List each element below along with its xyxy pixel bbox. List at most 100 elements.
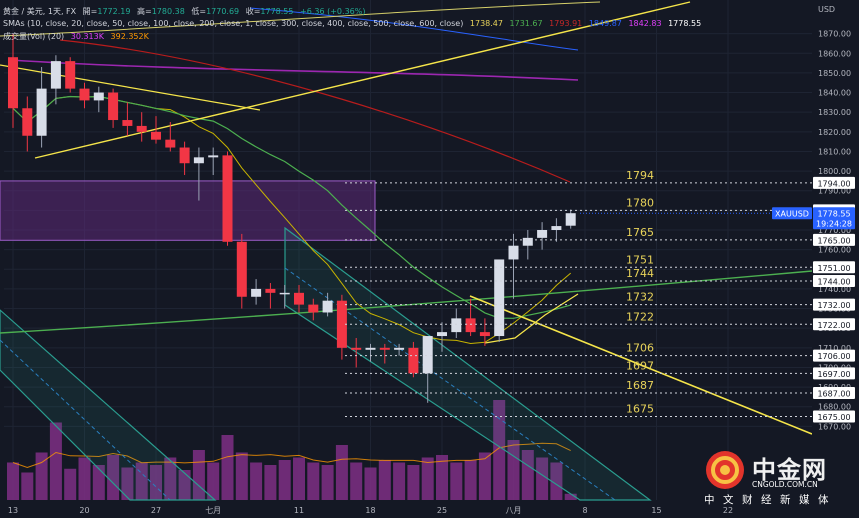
level-label: 1706	[626, 342, 654, 355]
candle-body	[508, 245, 519, 260]
symbol-tag: XAUUSD	[775, 210, 809, 219]
candle-body	[179, 147, 190, 164]
legend-close-label: 收=	[245, 7, 261, 16]
price-tick: 1860.00	[818, 49, 851, 58]
time-tick: 11	[294, 506, 304, 515]
candle-body	[351, 347, 362, 350]
candle-body	[8, 57, 18, 109]
sma-value-4: 1849.87	[588, 19, 622, 28]
volume-bar	[464, 460, 477, 500]
candle-body	[208, 155, 219, 158]
sma-value-1: 1738.47	[469, 19, 503, 28]
price-tick: 1840.00	[818, 89, 851, 98]
level-label: 1697	[626, 359, 654, 372]
volume-bar	[364, 467, 377, 500]
level-tag: 1794.00	[817, 179, 850, 188]
time-tick: 15	[651, 506, 661, 515]
watermark: 中金网 CNGOLD.COM.CN 中文财经新媒体	[700, 448, 850, 508]
legend-sma-label: SMAs (10, close, 20, close, 50, close, 1…	[3, 19, 464, 28]
level-tag: 1765.00	[817, 236, 850, 245]
time-tick: 20	[79, 506, 89, 515]
brand-slogan: 中文财经新媒体	[704, 494, 837, 506]
volume-bar	[307, 462, 320, 500]
candle-body	[408, 347, 419, 374]
volume-value: 30.313K	[70, 32, 104, 41]
legend-open: 1772.19	[97, 7, 131, 16]
candle-body	[437, 332, 447, 337]
price-chart[interactable]: 17941794.0017801780.0017651765.001751175…	[0, 0, 859, 518]
current-price-tag: 1778.55	[817, 210, 850, 219]
level-label: 1751	[626, 253, 654, 266]
level-tag: 1687.00	[817, 389, 850, 398]
price-tick: 1810.00	[818, 147, 851, 156]
volume-bar	[378, 460, 391, 500]
time-tick: 25	[437, 506, 447, 515]
price-tick: 1830.00	[818, 108, 851, 117]
resistance-zone-box	[0, 180, 376, 241]
candle-body	[279, 292, 290, 295]
candle-body	[122, 120, 133, 126]
candle-body	[394, 347, 405, 350]
level-tag: 1744.00	[817, 278, 850, 287]
candle-body	[50, 61, 61, 89]
currency-label: USD	[818, 5, 835, 14]
volume-bar	[321, 465, 334, 500]
legend-high: 1780.38	[151, 7, 185, 16]
candle-body	[22, 108, 33, 136]
price-tick: 1680.00	[818, 403, 851, 412]
volume-bar	[21, 472, 34, 500]
brand-url: CNGOLD.COM.CN	[752, 480, 818, 489]
brand-logo-icon	[706, 451, 744, 489]
candle-body	[65, 61, 76, 89]
volume-bar	[450, 462, 463, 500]
sma-value-3: 1793.91	[549, 19, 583, 28]
time-tick: 七月	[205, 506, 221, 515]
price-tick: 1670.00	[818, 422, 851, 431]
candle-body	[193, 157, 204, 164]
countdown-timer: 19:24:28	[816, 220, 852, 229]
level-label: 1794	[626, 169, 654, 182]
candle-body	[465, 318, 476, 333]
volume-bar	[78, 457, 91, 500]
volume-bar	[335, 445, 348, 500]
legend-sma: SMAs (10, close, 20, close, 50, close, 1…	[3, 19, 705, 28]
level-tag: 1697.00	[817, 370, 850, 379]
price-tick: 1760.00	[818, 246, 851, 255]
price-tick: 1850.00	[818, 69, 851, 78]
time-tick: 八月	[506, 506, 522, 515]
price-tick: 1870.00	[818, 30, 851, 39]
time-tick: 27	[151, 506, 161, 515]
candle-body	[136, 125, 147, 132]
candle-body	[322, 300, 333, 313]
legend-open-label: 開=	[82, 7, 98, 16]
legend-low-label: 低=	[191, 7, 207, 16]
candle-body	[265, 288, 276, 293]
volume-bar	[250, 462, 263, 500]
sma-value-5: 1842.83	[628, 19, 662, 28]
candle-body	[379, 347, 390, 350]
candle-body	[108, 92, 119, 121]
candle-body	[36, 88, 47, 136]
candle-body	[151, 131, 161, 140]
price-tick: 1800.00	[818, 167, 851, 176]
time-tick: 13	[8, 506, 18, 515]
legend-symbol: 黄金 / 美元, 1天, FX	[3, 7, 77, 16]
legend-volume-label: 成交量(Vol) (20)	[3, 32, 65, 41]
level-label: 1732	[626, 291, 654, 304]
legend-change: +6.36 (+0.36%)	[300, 7, 366, 16]
volume-bar	[64, 468, 77, 500]
legend-close: 1778.55	[260, 7, 294, 16]
volume-bar	[264, 465, 277, 500]
candle-body	[422, 336, 433, 374]
legend-ohlc: 黄金 / 美元, 1天, FX 開=1772.19 高=1780.38 低=17…	[3, 6, 369, 17]
candle-body	[308, 304, 319, 313]
candle-body	[451, 318, 462, 333]
volume-bar	[278, 460, 291, 500]
candle-body	[537, 230, 548, 238]
legend-volume: 成交量(Vol) (20) 30.313K 392.352K	[3, 31, 153, 42]
volume-bar	[393, 462, 406, 500]
candle-body	[294, 292, 304, 305]
legend-low: 1770.69	[206, 7, 240, 16]
candle-body	[222, 155, 233, 242]
candle-body	[565, 213, 576, 226]
